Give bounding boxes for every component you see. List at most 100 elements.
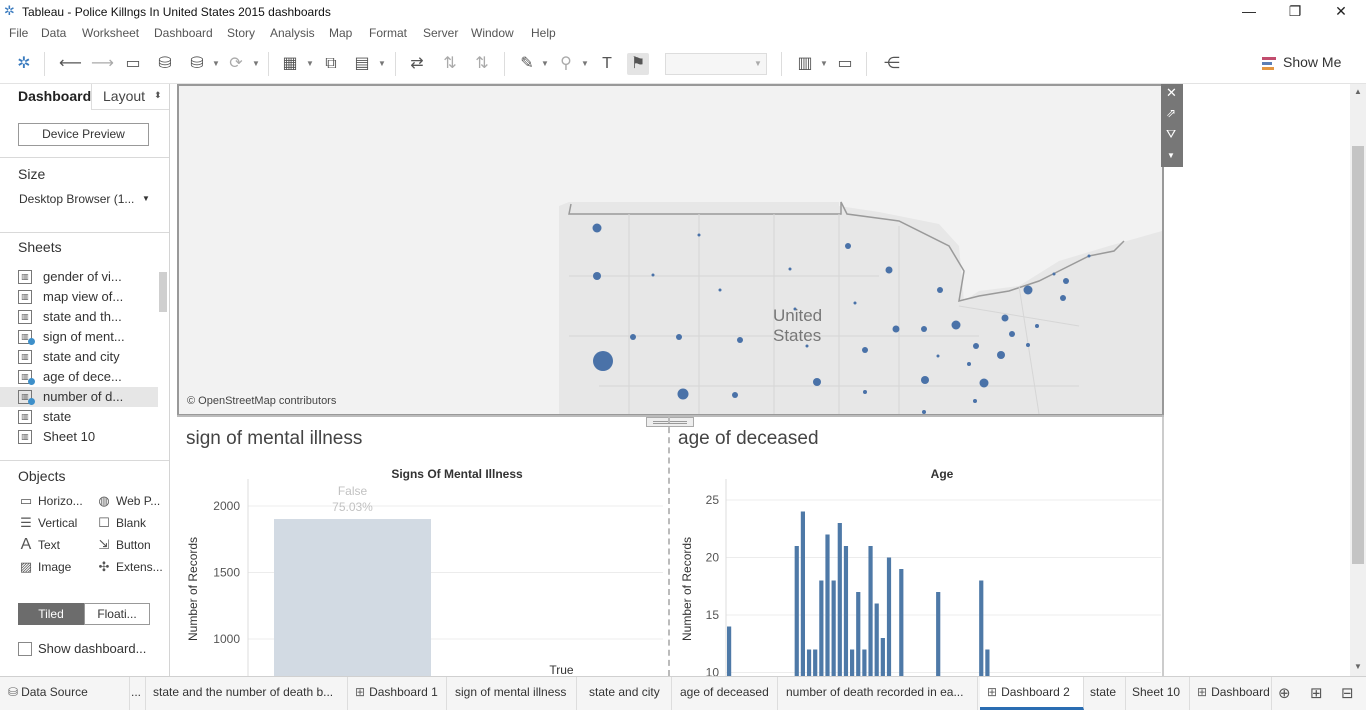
swap-rows-columns-icon[interactable]: ⇄ <box>406 53 428 75</box>
menu-server[interactable]: Server <box>423 26 458 40</box>
save-icon[interactable]: ▭ <box>122 53 144 75</box>
map-mark[interactable] <box>676 334 682 340</box>
more-options-icon[interactable]: ▼ <box>1167 151 1175 160</box>
redo-icon[interactable]: ⟶ <box>91 53 114 75</box>
tab-overflow[interactable]: ... <box>130 677 146 710</box>
sheet-item[interactable]: ▥ map view of... <box>18 287 158 307</box>
map-mark[interactable] <box>937 287 943 293</box>
map-mark[interactable] <box>1026 343 1030 347</box>
tab-sheet[interactable]: state and the number of death b... <box>146 677 348 710</box>
canvas-scrollbar[interactable]: ▲ ▼ <box>1350 84 1366 676</box>
map-mark[interactable] <box>732 392 738 398</box>
size-dropdown[interactable]: Desktop Browser (1... ▼ <box>18 191 153 209</box>
map-mark[interactable] <box>885 266 893 274</box>
menu-story[interactable]: Story <box>227 26 255 40</box>
show-dashboard-title-checkbox[interactable]: Show dashboard... <box>18 640 168 658</box>
map-mark[interactable] <box>592 223 602 233</box>
new-story-icon[interactable]: ⊟ <box>1341 684 1354 702</box>
map-attribution[interactable]: © OpenStreetMap contributors <box>187 395 337 407</box>
sort-ascending-icon[interactable]: ⇅ <box>439 53 461 75</box>
new-worksheet-icon[interactable]: ▦ <box>279 53 301 75</box>
tab-dashboard[interactable]: ⊞ Dashboard <box>1190 677 1272 710</box>
menu-format[interactable]: Format <box>369 26 407 40</box>
presentation-mode-icon[interactable]: ▭ <box>834 53 856 75</box>
go-to-sheet-icon[interactable]: ⇗ <box>1166 106 1176 120</box>
map-mark[interactable] <box>630 334 636 340</box>
map-mark[interactable] <box>1063 278 1069 284</box>
map-mark[interactable] <box>863 390 867 394</box>
refresh-icon[interactable]: ⟳ <box>225 53 247 75</box>
map-mark[interactable] <box>1060 295 1066 301</box>
sheet-item[interactable]: ▥ state <box>18 407 158 427</box>
menu-map[interactable]: Map <box>329 26 352 40</box>
tab-sheet[interactable]: Sheet 10 <box>1126 677 1190 710</box>
map-mark[interactable] <box>1023 285 1033 295</box>
tab-sheet[interactable]: sign of mental illness <box>447 677 577 710</box>
show-mark-labels-icon[interactable]: T <box>596 53 618 75</box>
resize-handle[interactable] <box>646 417 694 427</box>
share-icon[interactable]: ⋲ <box>881 53 903 75</box>
highlight-icon[interactable]: ✎ <box>516 53 538 75</box>
map-mark[interactable] <box>845 243 851 249</box>
fix-axes-icon[interactable]: ⚑ <box>627 53 649 75</box>
map-mark[interactable] <box>1001 314 1009 322</box>
map-mark[interactable] <box>788 267 792 271</box>
map-mark[interactable] <box>737 337 743 343</box>
filter-icon[interactable]: ⛛ <box>1166 127 1176 142</box>
map-mark[interactable] <box>967 362 971 366</box>
sheet-item[interactable]: ▥ gender of vi... <box>18 267 158 287</box>
sheet-item[interactable]: ▥ state and city <box>18 347 158 367</box>
map-mark[interactable] <box>1009 331 1015 337</box>
menu-analysis[interactable]: Analysis <box>270 26 315 40</box>
tab-sheet[interactable]: state and city <box>577 677 672 710</box>
tiled-toggle[interactable]: Tiled <box>18 603 84 625</box>
map-mark[interactable] <box>853 301 857 305</box>
map-zone[interactable]: United States © OpenStreetMap contributo… <box>177 84 1164 416</box>
tab-dashboard[interactable]: Dashboard <box>0 84 91 110</box>
duplicate-sheet-icon[interactable]: ⧉ <box>320 53 342 75</box>
map-mark[interactable] <box>862 347 868 353</box>
map-mark[interactable] <box>813 378 821 386</box>
tab-data-source[interactable]: ⛁ Data Source <box>0 677 130 710</box>
menu-file[interactable]: File <box>9 26 28 40</box>
pause-updates-icon[interactable]: ⛁ <box>186 53 208 75</box>
tab-dashboard-1[interactable]: ⊞ Dashboard 1 <box>348 677 447 710</box>
sheets-scrollbar[interactable] <box>159 272 167 312</box>
floating-toggle[interactable]: Floati... <box>84 603 150 625</box>
map-mark[interactable] <box>593 272 601 280</box>
map-mark[interactable] <box>1052 272 1056 276</box>
tab-sheet[interactable]: state <box>1084 677 1126 710</box>
sheet-item[interactable]: ▥ sign of ment... <box>18 327 158 347</box>
close-button[interactable]: ✕ <box>1318 0 1364 24</box>
new-dashboard-icon[interactable]: ⊞ <box>1310 684 1323 702</box>
new-data-source-icon[interactable]: ⛁ <box>154 53 176 75</box>
map-mark[interactable] <box>1035 324 1039 328</box>
age-bar-chart[interactable]: 25 20 15 10 <box>671 479 1161 676</box>
tab-sheet[interactable]: number of death recorded in ea... <box>778 677 978 710</box>
restore-button[interactable]: ❐ <box>1272 0 1318 24</box>
map-mark[interactable] <box>997 351 1005 359</box>
menu-dashboard[interactable]: Dashboard <box>154 26 213 40</box>
menu-worksheet[interactable]: Worksheet <box>82 26 139 40</box>
tab-layout[interactable]: Layout ⬍ <box>91 84 169 110</box>
map-mark[interactable] <box>593 351 613 371</box>
minimize-button[interactable]: — <box>1226 0 1272 24</box>
clear-sheet-icon[interactable]: ▤ <box>351 53 373 75</box>
map-mark[interactable] <box>979 378 989 388</box>
map-mark[interactable] <box>936 354 940 358</box>
map-mark[interactable] <box>1087 254 1091 258</box>
group-members-icon[interactable]: ⚲ <box>555 53 577 75</box>
map-mark[interactable] <box>922 410 926 414</box>
map-mark[interactable] <box>921 376 929 384</box>
map-mark[interactable] <box>718 288 722 292</box>
scroll-down-icon[interactable]: ▼ <box>1350 662 1366 676</box>
undo-icon[interactable]: ⟵ <box>59 53 82 75</box>
tableau-start-icon[interactable]: ✲ <box>13 53 35 75</box>
scrollbar-thumb[interactable] <box>1352 146 1364 564</box>
sort-descending-icon[interactable]: ⇅ <box>471 53 493 75</box>
show-cards-icon[interactable]: ▥ <box>794 53 816 75</box>
map-mark[interactable] <box>651 273 655 277</box>
mental-illness-bar-chart[interactable]: 2000 1500 1000 False 75.03% True <box>177 479 667 676</box>
sheet-item[interactable]: ▥ state and th... <box>18 307 158 327</box>
scroll-up-icon[interactable]: ▲ <box>1350 87 1366 101</box>
